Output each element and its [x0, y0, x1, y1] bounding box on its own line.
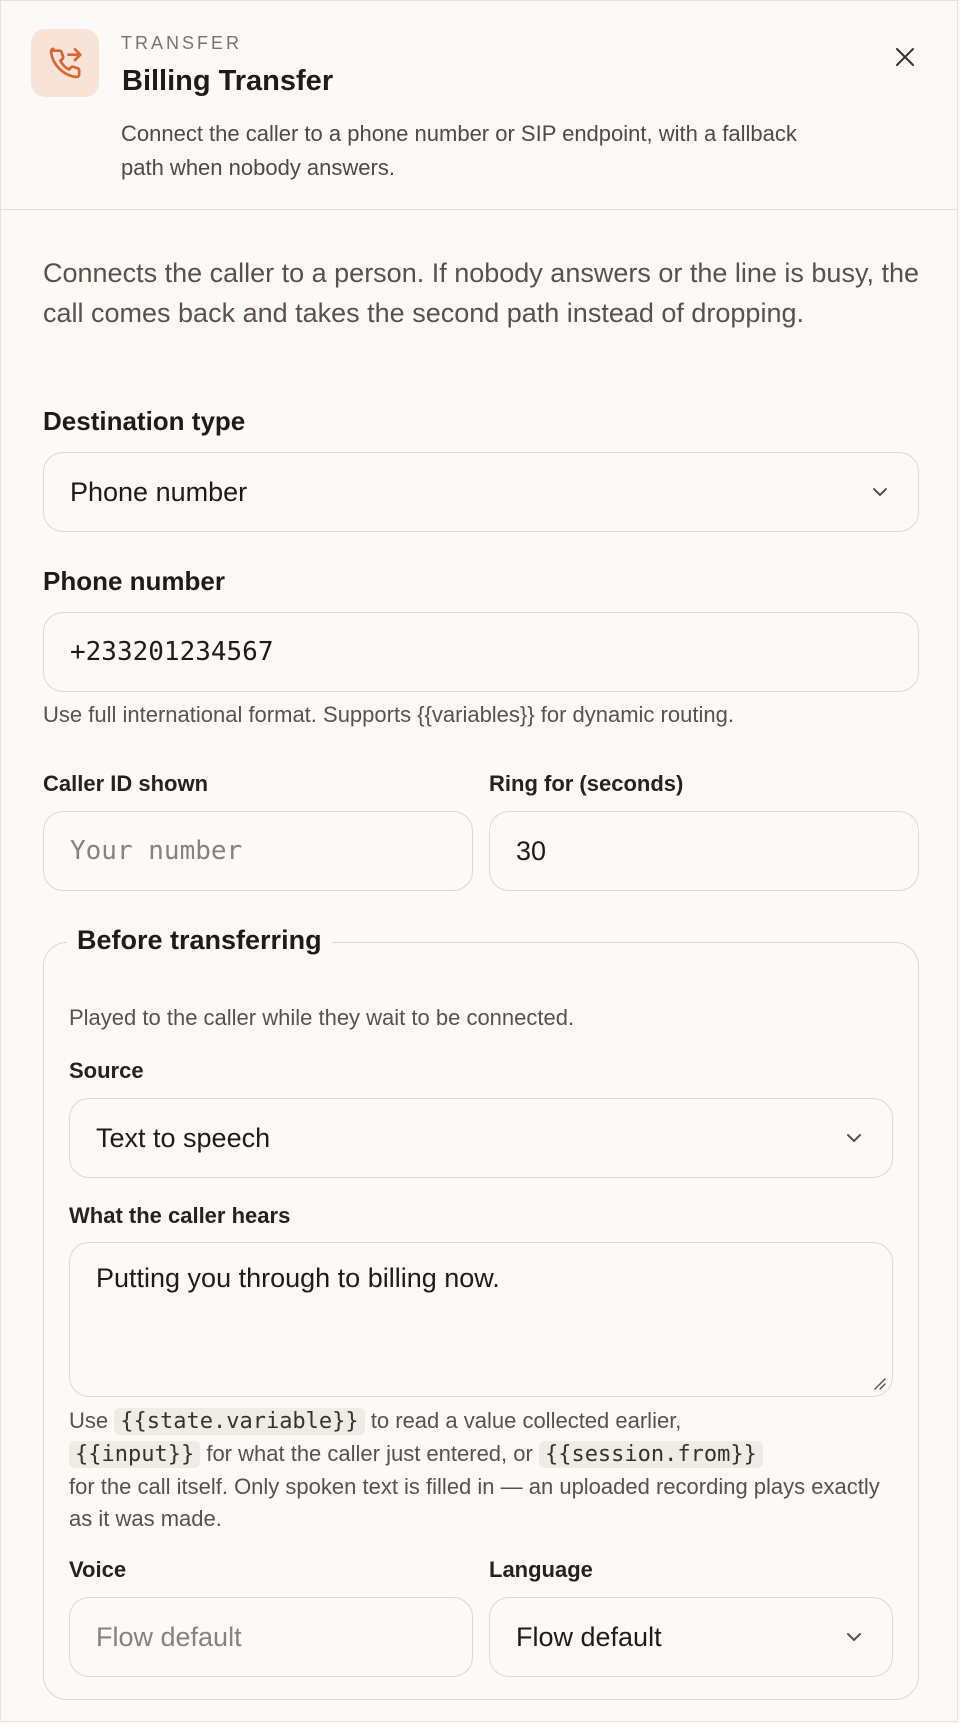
phone-number-label: Phone number [43, 566, 226, 596]
panel-title: Billing Transfer [122, 65, 334, 97]
close-icon [896, 48, 914, 66]
caller-hears-textarea[interactable]: Putting you through to billing now. [69, 1242, 893, 1397]
voice-input[interactable]: Flow default [69, 1597, 473, 1677]
template-variables-help: Use {{state.variable}} to read a value c… [69, 1405, 909, 1535]
phone-number-value: +233201234567 [70, 637, 274, 667]
destination-type-select[interactable]: Phone number [43, 452, 919, 532]
panel-header: TRANSFER Billing Transfer Connect the ca… [1, 1, 957, 210]
intro-text: Connects the caller to a person. If nobo… [43, 258, 919, 328]
ring-seconds-value: 30 [516, 835, 547, 866]
help-text-2: to read a value collected earlier, [364, 1408, 682, 1433]
help-text-4: for the call itself. Only spoken text is… [69, 1474, 880, 1531]
source-value: Text to speech [96, 1122, 271, 1153]
caller-id-input[interactable]: Your number [43, 811, 473, 891]
phone-number-help: Use full international format. Supports … [43, 702, 734, 727]
close-button[interactable] [885, 37, 925, 77]
destination-type-label: Destination type [43, 406, 246, 436]
code-session-from: {{session.from}} [538, 1441, 763, 1468]
voice-label: Voice [69, 1557, 127, 1582]
caller-id-label: Caller ID shown [43, 771, 209, 796]
panel-subtitle: Connect the caller to a phone number or … [121, 121, 797, 180]
caller-hears-value: Putting you through to billing now. [96, 1263, 500, 1293]
source-select[interactable]: Text to speech [69, 1098, 893, 1178]
language-value: Flow default [516, 1621, 662, 1652]
phone-number-input[interactable]: +233201234567 [43, 612, 919, 692]
before-transferring-description: Played to the caller while they wait to … [69, 1005, 575, 1030]
destination-type-value: Phone number [70, 476, 248, 507]
voice-placeholder: Flow default [96, 1621, 242, 1652]
panel-eyebrow: TRANSFER [121, 33, 243, 53]
before-transferring-legend: Before transferring [67, 925, 332, 956]
caller-id-placeholder: Your number [70, 836, 243, 866]
ring-seconds-label: Ring for (seconds) [489, 771, 684, 796]
language-label: Language [489, 1557, 593, 1582]
language-select[interactable]: Flow default [489, 1597, 893, 1677]
ring-seconds-input[interactable]: 30 [489, 811, 919, 891]
help-text-3: for what the caller just entered, or [200, 1441, 539, 1466]
source-label: Source [69, 1058, 144, 1083]
chevron-down-icon [847, 1633, 861, 1641]
help-text-1: Use [69, 1408, 115, 1433]
resize-handle-icon[interactable] [872, 1376, 886, 1390]
code-state-variable: {{state.variable}} [114, 1408, 365, 1435]
chevron-down-icon [847, 1134, 861, 1142]
code-input: {{input}} [69, 1441, 201, 1468]
chevron-down-icon [873, 488, 887, 496]
caller-hears-label: What the caller hears [69, 1203, 291, 1228]
phone-forward-icon [31, 29, 99, 97]
transfer-panel: TRANSFER Billing Transfer Connect the ca… [0, 0, 958, 1722]
